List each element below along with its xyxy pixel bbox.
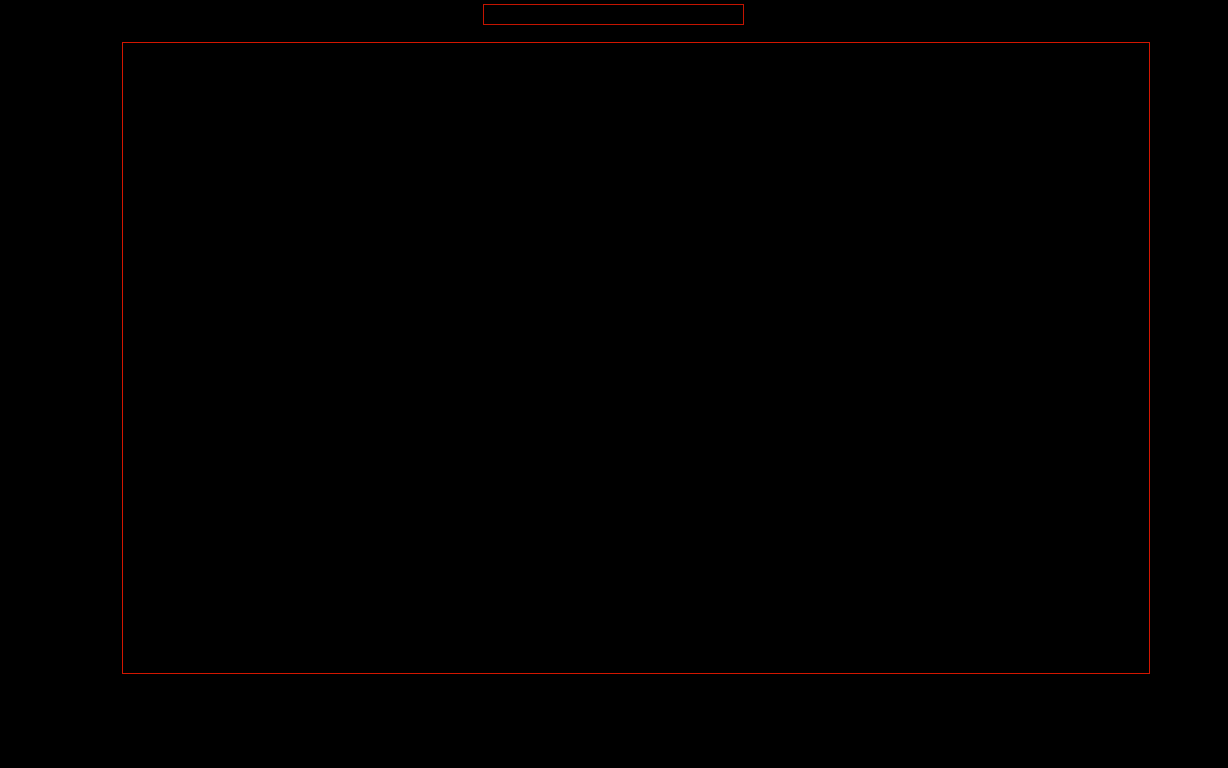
colorbar-gradient (483, 4, 744, 25)
spectrogram-canvas (123, 43, 1149, 673)
plot-frame (122, 42, 1150, 674)
spectrogram-viewer-window (0, 0, 1228, 768)
